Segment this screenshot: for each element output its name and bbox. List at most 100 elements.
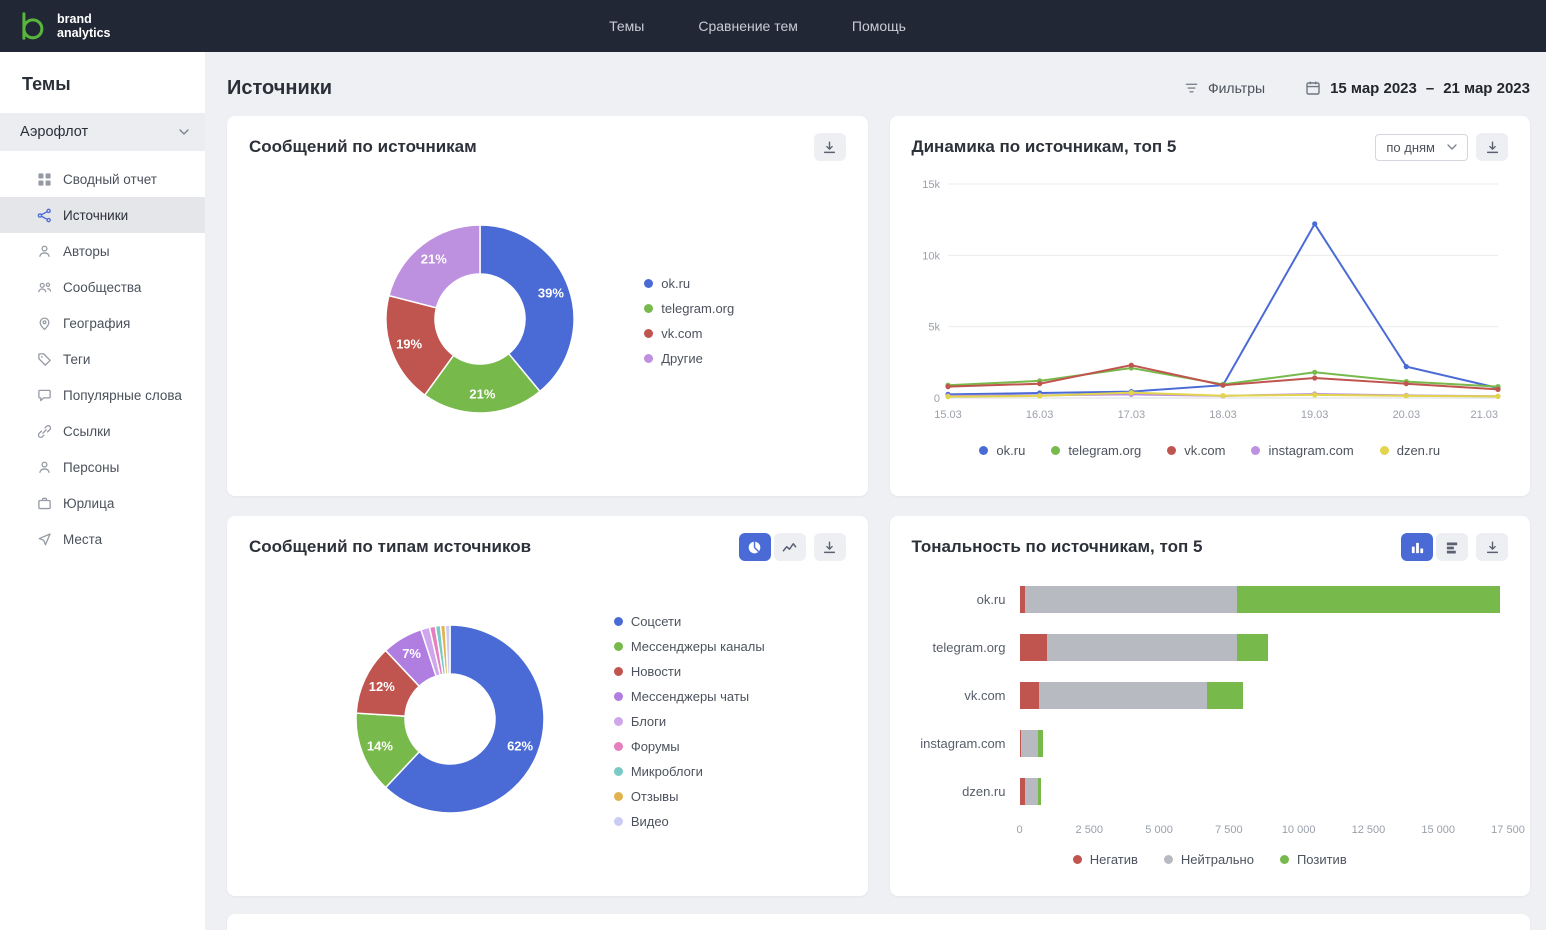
- sidebar-item-authors[interactable]: Авторы: [0, 233, 205, 269]
- legend-messages-by-source-type: СоцсетиМессенджеры каналыНовостиМессендж…: [614, 614, 765, 829]
- svg-text:5k: 5k: [928, 322, 940, 334]
- bar-track: [1020, 586, 1509, 613]
- legend-dot: [1380, 446, 1389, 455]
- legend-item: Видео: [614, 814, 765, 829]
- legend-item: Мессенджеры каналы: [614, 639, 765, 654]
- topic-label: Аэрофлот: [20, 124, 88, 140]
- legend-dot: [1280, 855, 1289, 864]
- legend-dot: [1051, 446, 1060, 455]
- donut-percent-label: 19%: [396, 336, 422, 351]
- svg-text:17.03: 17.03: [1117, 409, 1145, 421]
- sidebar-item-popular-words[interactable]: Популярные слова: [0, 377, 205, 413]
- card-title: Динамика по источникам, топ 5: [912, 137, 1177, 157]
- bar-axis-tick: 12 500: [1352, 824, 1386, 836]
- legend-item: ok.ru: [979, 443, 1025, 458]
- legend-item: Нейтрально: [1164, 852, 1254, 867]
- legend-label: Мессенджеры каналы: [631, 639, 765, 654]
- legend-label: Отзывы: [631, 789, 679, 804]
- rows-view-button[interactable]: [1436, 533, 1468, 561]
- legend-dot: [614, 617, 623, 626]
- sidebar-item-communities[interactable]: Сообщества: [0, 269, 205, 305]
- topic-selector[interactable]: Аэрофлот: [0, 113, 205, 151]
- legend-dot: [614, 692, 623, 701]
- sidebar-item-persons[interactable]: Персоны: [0, 449, 205, 485]
- legend-label: ok.ru: [661, 276, 690, 291]
- filters-button[interactable]: Фильтры: [1184, 80, 1265, 96]
- legend-messages-by-source: ok.rutelegram.orgvk.comДругие: [644, 276, 734, 366]
- legend-label: Микроблоги: [631, 764, 703, 779]
- bar-view-button[interactable]: [1401, 533, 1433, 561]
- legal-entities-icon: [36, 496, 52, 511]
- logo-text-line2: analytics: [57, 26, 111, 40]
- legend-item: Соцсети: [614, 614, 765, 629]
- legend-label: Нейтрально: [1181, 852, 1254, 867]
- legend-item: vk.com: [644, 326, 734, 341]
- brand-logo[interactable]: brand analytics: [0, 9, 111, 43]
- date-range-picker[interactable]: 15 мар 2023 – 21 мар 2023: [1305, 80, 1530, 97]
- sidebar-item-sources[interactable]: Источники: [0, 197, 205, 233]
- sidebar-item-legal-entities[interactable]: Юрлица: [0, 485, 205, 521]
- line-chart-dynamics: 05k10k15k15.0316.0317.0318.0319.0320.032…: [912, 176, 1509, 431]
- nav-item-topic-comparison[interactable]: Сравнение тем: [698, 18, 798, 34]
- legend-dot: [614, 767, 623, 776]
- legend-label: Новости: [631, 664, 681, 679]
- bar-row-ok.ru: ok.ru: [912, 586, 1509, 613]
- brand-logo-icon: [14, 9, 48, 43]
- bar-segment-Негатив: [1020, 682, 1040, 709]
- legend-label: Позитив: [1297, 852, 1347, 867]
- bar-track: [1020, 778, 1509, 805]
- sidebar-title: Темы: [0, 52, 205, 113]
- bar-x-axis: 02 5005 0007 50010 00012 50015 00017 500: [912, 824, 1509, 840]
- line-series-ok.ru: [948, 224, 1498, 395]
- legend-item: vk.com: [1167, 443, 1225, 458]
- sidebar-item-label: Сводный отчет: [63, 172, 157, 187]
- download-button[interactable]: [814, 133, 846, 161]
- legend-item: Микроблоги: [614, 764, 765, 779]
- bar-axis-tick: 7 500: [1215, 824, 1243, 836]
- svg-text:20.03: 20.03: [1392, 409, 1420, 421]
- bar-track: [1020, 634, 1509, 661]
- bar-category-label: telegram.org: [912, 640, 1020, 655]
- sidebar-item-label: География: [63, 316, 130, 331]
- logo-text-line1: brand: [57, 12, 111, 26]
- svg-text:15k: 15k: [922, 179, 940, 191]
- download-button[interactable]: [1476, 133, 1508, 161]
- sidebar-item-geography[interactable]: География: [0, 305, 205, 341]
- sidebar-item-links[interactable]: Ссылки: [0, 413, 205, 449]
- filters-label: Фильтры: [1208, 80, 1265, 96]
- sidebar-item-label: Юрлица: [63, 496, 114, 511]
- bar-segment-Негатив: [1020, 634, 1048, 661]
- sidebar-item-label: Персоны: [63, 460, 119, 475]
- bar-category-label: instagram.com: [912, 736, 1020, 751]
- legend-dot: [644, 329, 653, 338]
- sidebar-item-tags[interactable]: Теги: [0, 341, 205, 377]
- dynamics-by-source-top5-chart: 05k10k15k15.0316.0317.0318.0319.0320.032…: [912, 176, 1508, 426]
- period-select[interactable]: по дням: [1375, 134, 1468, 161]
- bar-axis-tick: 15 000: [1421, 824, 1455, 836]
- sidebar-item-places[interactable]: Места: [0, 521, 205, 557]
- bar-axis-tick: 0: [1016, 824, 1022, 836]
- legend-dot: [979, 446, 988, 455]
- nav-item-topics[interactable]: Темы: [609, 18, 644, 34]
- legend-dot: [1251, 446, 1260, 455]
- donut-percent-label: 7%: [402, 646, 421, 661]
- svg-text:15.03: 15.03: [934, 409, 962, 421]
- sidebar-item-label: Теги: [63, 352, 90, 367]
- sidebar-item-summary-report[interactable]: Сводный отчет: [0, 161, 205, 197]
- bar-track: [1020, 682, 1509, 709]
- line-view-button[interactable]: [774, 533, 806, 561]
- legend-item: Форумы: [614, 739, 765, 754]
- date-to: 21 мар 2023: [1443, 80, 1530, 97]
- donut-percent-label: 14%: [367, 738, 393, 753]
- pie-view-button[interactable]: [739, 533, 771, 561]
- sidebar-item-label: Источники: [63, 208, 128, 223]
- legend-dynamics: ok.rutelegram.orgvk.cominstagram.comdzen…: [912, 443, 1509, 458]
- donut-percent-label: 62%: [507, 738, 533, 753]
- download-button[interactable]: [1476, 533, 1508, 561]
- download-button[interactable]: [814, 533, 846, 561]
- svg-text:19.03: 19.03: [1300, 409, 1328, 421]
- nav-item-help[interactable]: Помощь: [852, 18, 906, 34]
- geography-icon: [36, 316, 52, 331]
- legend-item: instagram.com: [1251, 443, 1353, 458]
- main-nav: Темы Сравнение тем Помощь: [609, 18, 906, 34]
